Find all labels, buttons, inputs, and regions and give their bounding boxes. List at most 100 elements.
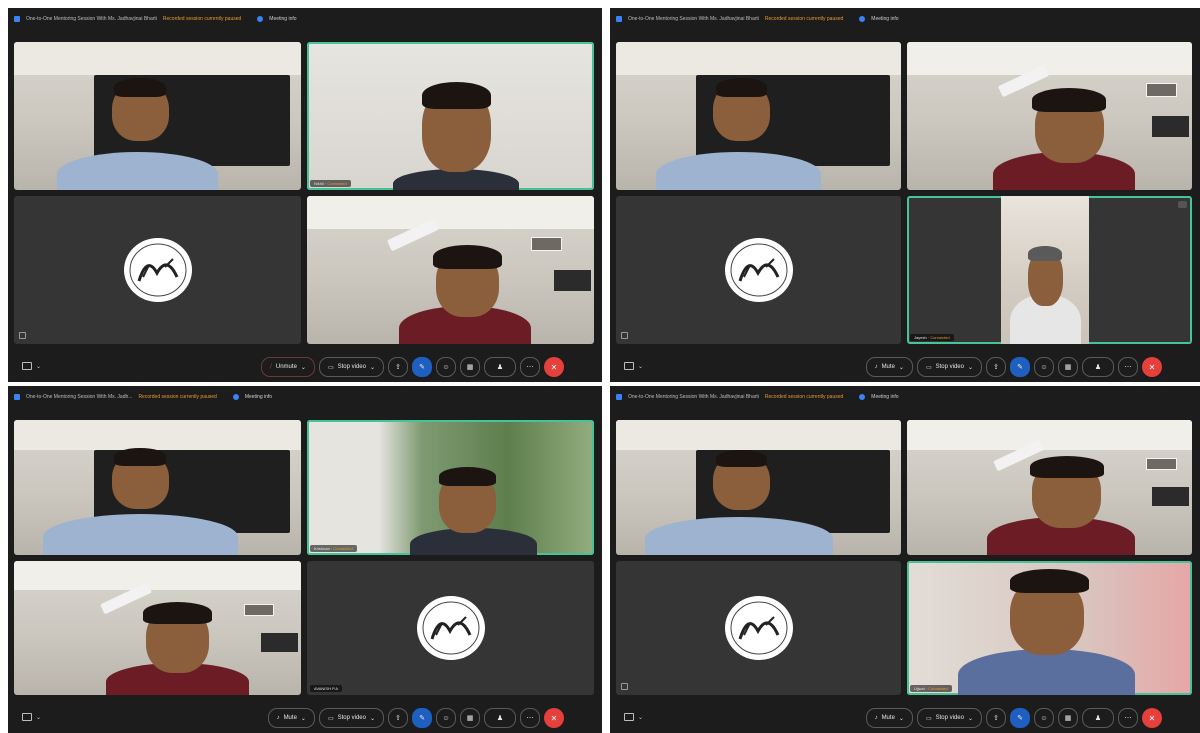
smiley-icon: ☺ (1040, 714, 1048, 722)
info-icon[interactable] (859, 16, 866, 22)
microphone-icon: ♪ (874, 715, 878, 721)
recording-status: Recorded session currently paused (162, 16, 242, 22)
more-icon: ⋯ (1124, 364, 1132, 371)
microphone-icon: ♪ (276, 715, 280, 721)
video-tile-avatar[interactable] (616, 196, 901, 344)
app-icon (14, 394, 20, 400)
participants-chat-button[interactable]: ♟ (1082, 357, 1114, 377)
camera-icon: ▭ (925, 715, 932, 722)
unmute-button[interactable]: ⧸ Unmute ⌄ (260, 357, 315, 377)
apps-button[interactable]: ▦ (460, 708, 480, 728)
participant-name-label: Ujjwal · Connected (910, 685, 952, 692)
camera-icon: ▭ (327, 715, 334, 722)
video-tile-host[interactable] (616, 420, 901, 555)
reactions-button[interactable]: ✎ (412, 357, 432, 377)
more-options-button[interactable]: ⋯ (520, 708, 540, 728)
apps-button[interactable]: ▦ (1058, 708, 1078, 728)
leave-button[interactable]: ✕ (544, 357, 564, 377)
stop-video-button[interactable]: ▭ Stop video ⌄ (916, 708, 982, 728)
stop-video-button[interactable]: ▭ Stop video ⌄ (318, 708, 384, 728)
apps-icon: ▦ (1064, 715, 1072, 722)
reaction-icon: ✎ (419, 364, 425, 371)
video-tile-participant[interactable]: Ujjwal · Connected (907, 560, 1192, 695)
participants-icon: ♟ (1094, 715, 1102, 722)
reactions-button[interactable]: ✎ (1010, 357, 1030, 377)
recording-status: Recorded session currently paused (764, 16, 844, 22)
video-tile-participant[interactable] (907, 42, 1192, 190)
more-icon: ⋯ (1124, 715, 1132, 722)
pin-icon[interactable] (19, 332, 26, 339)
participants-chat-button[interactable]: ♟ (484, 357, 516, 377)
meeting-info-link[interactable]: Meeting info (871, 16, 898, 22)
emoji-button[interactable]: ☺ (436, 708, 456, 728)
info-icon[interactable] (859, 394, 866, 400)
emoji-button[interactable]: ☺ (1034, 708, 1054, 728)
video-tile-host[interactable] (14, 42, 301, 190)
video-tile-participant[interactable]: Jayesh · Connected (907, 196, 1192, 344)
share-button[interactable]: ⇪ (388, 357, 408, 377)
apps-button[interactable]: ▦ (460, 357, 480, 377)
participants-chat-button[interactable]: ♟ (484, 708, 516, 728)
stop-video-button[interactable]: ▭ Stop video ⌄ (916, 357, 982, 377)
mute-button[interactable]: ♪ Mute ⌄ (267, 708, 315, 728)
info-icon[interactable] (232, 394, 239, 400)
reactions-button[interactable]: ✎ (1010, 708, 1030, 728)
video-tile-participant[interactable]: Krishnan · Connected (307, 420, 594, 555)
grid-icon (22, 362, 32, 370)
meeting-info-link[interactable]: Meeting info (269, 16, 296, 22)
meeting-info-link[interactable]: Meeting info (871, 394, 898, 400)
info-icon[interactable] (257, 16, 264, 22)
stop-video-button[interactable]: ▭ Stop video ⌄ (318, 357, 384, 377)
video-grid: Jayesh · Connected (616, 42, 1192, 344)
screenshot-top-left: One-to-One Mentoring Session With Ms. Ja… (8, 8, 602, 382)
video-tile-participant[interactable] (907, 420, 1192, 555)
layout-button[interactable]: ⌄ (22, 713, 41, 721)
video-tile-participant[interactable]: Nikhil · Connected (307, 42, 594, 190)
screenshot-top-right: One-to-One Mentoring Session With Ms. Ja… (610, 8, 1200, 382)
video-grid: Nikhil · Connected (14, 42, 594, 344)
more-options-button[interactable]: ⋯ (1118, 708, 1138, 728)
share-button[interactable]: ⇪ (388, 708, 408, 728)
leave-button[interactable]: ✕ (1142, 357, 1162, 377)
video-tile-host[interactable] (616, 42, 901, 190)
video-tile-avatar[interactable] (616, 560, 901, 695)
video-tile-participant[interactable] (14, 560, 301, 695)
emoji-button[interactable]: ☺ (436, 357, 456, 377)
video-tile-avatar[interactable] (14, 196, 301, 344)
participants-chat-button[interactable]: ♟ (1082, 708, 1114, 728)
meeting-toolbar: ⌄ ♪ Mute ⌄ ▭ Stop video ⌄ ⇪ ✎ ☺ ▦ ♟ ⋯ ✕ (610, 352, 1200, 382)
grid-icon (22, 713, 32, 721)
emoji-button[interactable]: ☺ (1034, 357, 1054, 377)
meeting-title: One-to-One Mentoring Session With Ms. Ja… (26, 16, 157, 22)
video-tile-host[interactable] (14, 420, 301, 555)
microphone-icon: ♪ (874, 364, 878, 370)
layout-button[interactable]: ⌄ (624, 362, 643, 370)
leave-button[interactable]: ✕ (544, 708, 564, 728)
pin-icon[interactable] (621, 332, 628, 339)
share-button[interactable]: ⇪ (986, 708, 1006, 728)
reactions-button[interactable]: ✎ (412, 708, 432, 728)
meeting-title: One-to-One Mentoring Session With Ms. Ja… (628, 16, 759, 22)
meeting-toolbar: ⌄ ⧸ Unmute ⌄ ▭ Stop video ⌄ ⇪ ✎ ☺ ▦ ♟ ⋯ ✕ (8, 352, 602, 382)
pin-icon[interactable] (621, 683, 628, 690)
video-tile-participant[interactable] (307, 196, 594, 344)
layout-button[interactable]: ⌄ (22, 362, 41, 370)
layout-button[interactable]: ⌄ (624, 713, 643, 721)
smiley-icon: ☺ (442, 363, 450, 371)
participants-icon: ♟ (496, 715, 504, 722)
leave-button[interactable]: ✕ (1142, 708, 1162, 728)
smiley-icon: ☺ (442, 714, 450, 722)
meeting-info-link[interactable]: Meeting info (245, 394, 272, 400)
minimize-icon[interactable] (1178, 201, 1187, 208)
share-icon: ⇪ (993, 364, 999, 371)
share-button[interactable]: ⇪ (986, 357, 1006, 377)
phone-hangup-icon: ✕ (1148, 362, 1156, 372)
more-options-button[interactable]: ⋯ (1118, 357, 1138, 377)
organization-logo (123, 238, 192, 302)
mute-button[interactable]: ♪ Mute ⌄ (865, 357, 913, 377)
mute-button[interactable]: ♪ Mute ⌄ (865, 708, 913, 728)
apps-button[interactable]: ▦ (1058, 357, 1078, 377)
microphone-muted-icon: ⧸ (269, 363, 272, 370)
more-options-button[interactable]: ⋯ (520, 357, 540, 377)
video-tile-avatar[interactable]: AVANISH P.A (307, 560, 594, 695)
